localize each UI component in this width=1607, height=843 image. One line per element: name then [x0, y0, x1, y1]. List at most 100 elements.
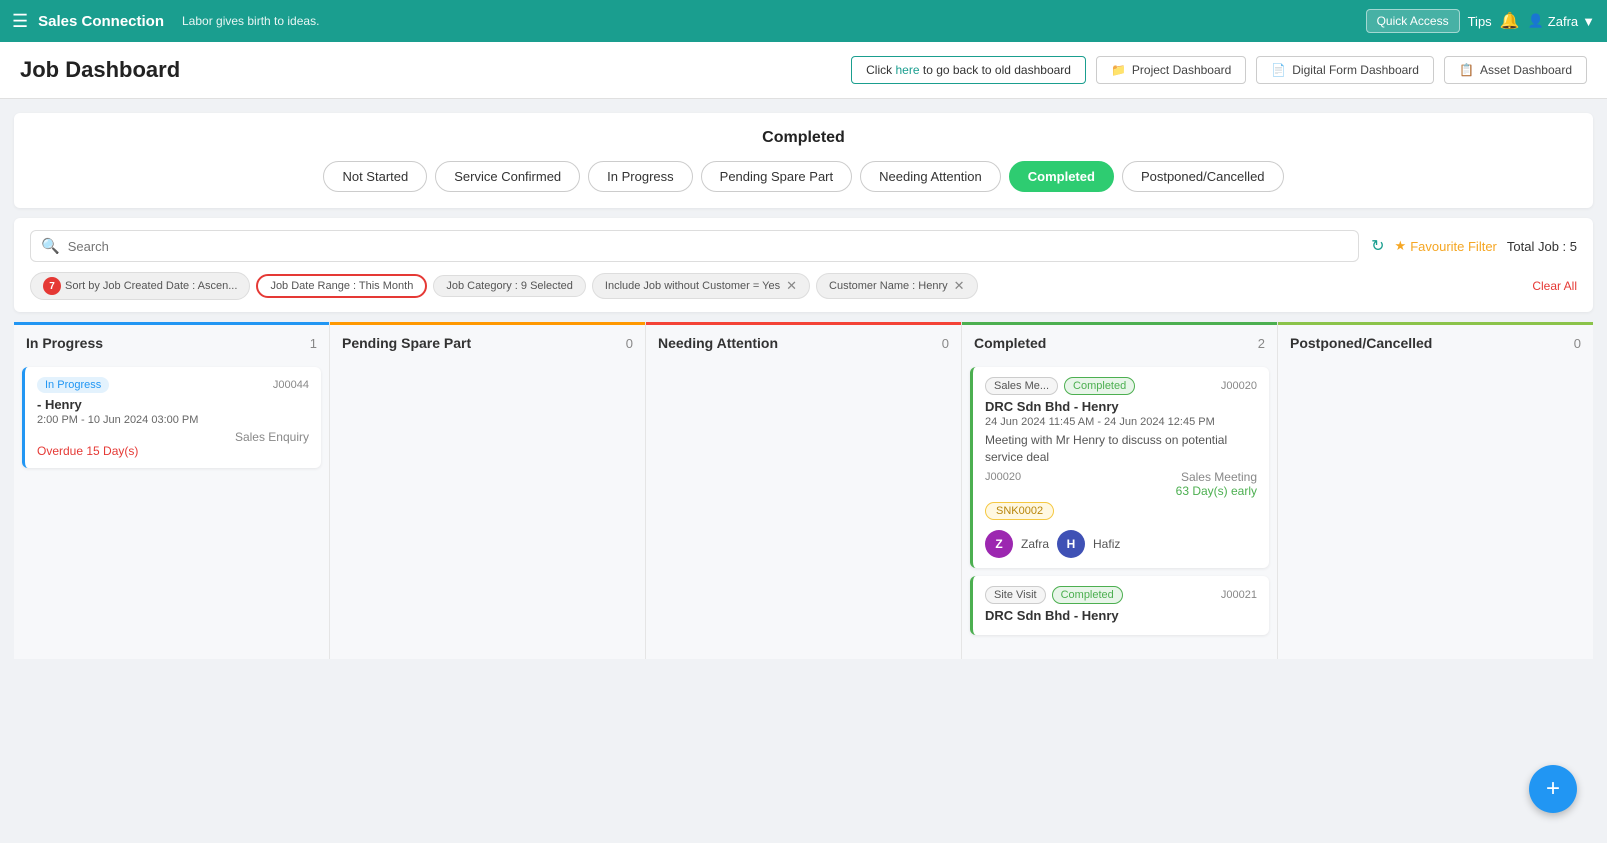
brand-tagline: Labor gives birth to ideas. — [182, 14, 1356, 28]
tips-button[interactable]: Tips — [1468, 14, 1492, 29]
favourite-filter-button[interactable]: ★ Favourite Filter — [1395, 238, 1497, 254]
page-header-actions: Click here to go back to old dashboard 📁… — [851, 56, 1587, 84]
back-link-text: Click — [866, 63, 892, 77]
folder-icon: 📁 — [1111, 63, 1126, 77]
kanban-col-title-in-progress: In Progress — [26, 335, 103, 351]
tab-needing-attention[interactable]: Needing Attention — [860, 161, 1001, 192]
kanban-col-count-in-progress: 1 — [310, 336, 317, 351]
tab-not-started[interactable]: Not Started — [323, 161, 427, 192]
top-navigation: ☰ Sales Connection Labor gives birth to … — [0, 0, 1607, 42]
brand-name: Sales Connection — [38, 13, 164, 30]
star-icon: ★ — [1395, 238, 1407, 254]
asset-dashboard-label: Asset Dashboard — [1480, 63, 1572, 77]
kanban-col-header-in-progress: In Progress 1 — [14, 322, 329, 359]
status-tabs: Not Started Service Confirmed In Progres… — [34, 161, 1573, 192]
kanban-col-title-completed: Completed — [974, 335, 1046, 351]
page-title: Job Dashboard — [20, 57, 180, 83]
status-panel-title: Completed — [34, 129, 1573, 147]
digital-form-dashboard-button[interactable]: 📄 Digital Form Dashboard — [1256, 56, 1434, 84]
kanban-col-pending-spare: Pending Spare Part 0 — [330, 322, 646, 659]
total-jobs-count: Total Job : 5 — [1507, 239, 1577, 254]
quick-access-button[interactable]: Quick Access — [1366, 9, 1460, 33]
kanban-col-body-in-progress: In Progress J00044 - Henry 2:00 PM - 10 … — [14, 359, 329, 659]
kanban-col-postponed: Postponed/Cancelled 0 — [1278, 322, 1593, 659]
job-card-j00020[interactable]: Sales Me... Completed J00020 DRC Sdn Bhd… — [970, 367, 1269, 568]
date-range-chip[interactable]: Job Date Range : This Month — [256, 274, 427, 298]
card-top-j00021: Site Visit Completed J00021 — [985, 586, 1257, 604]
job-desc-j00020: Meeting with Mr Henry to discuss on pote… — [985, 432, 1257, 466]
status-panel: Completed Not Started Service Confirmed … — [14, 113, 1593, 208]
kanban-board: In Progress 1 In Progress J00044 - Henry… — [14, 322, 1593, 659]
job-id-j00020: J00020 — [1221, 380, 1257, 392]
user-menu[interactable]: 👤 Zafra ▼ — [1528, 13, 1595, 29]
digital-form-dashboard-label: Digital Form Dashboard — [1292, 63, 1419, 77]
back-link-suffix: to go back to old dashboard — [923, 63, 1071, 77]
kanban-col-count-postponed: 0 — [1574, 336, 1581, 351]
customer-name-chip[interactable]: Customer Name : Henry ✕ — [816, 273, 978, 299]
no-customer-chip[interactable]: Include Job without Customer = Yes ✕ — [592, 273, 810, 299]
job-id-label-j00020: J00020 — [985, 471, 1021, 483]
no-customer-chip-label: Include Job without Customer = Yes — [605, 280, 780, 292]
kanban-col-body-postponed — [1278, 359, 1593, 659]
tab-postponed-cancelled[interactable]: Postponed/Cancelled — [1122, 161, 1284, 192]
category-chip[interactable]: Job Category : 9 Selected — [433, 275, 586, 297]
job-type-badge-sales: Sales Me... — [985, 377, 1058, 395]
status-badge-completed-j00021: Completed — [1052, 586, 1123, 604]
job-time-j00044: 2:00 PM - 10 Jun 2024 03:00 PM — [37, 414, 309, 426]
category-chip-label: Job Category : 9 Selected — [446, 280, 573, 292]
clear-all-button[interactable]: Clear All — [1532, 279, 1577, 293]
kanban-col-count-needing-attention: 0 — [942, 336, 949, 351]
job-id-j00044: J00044 — [273, 379, 309, 391]
job-card-j00044[interactable]: In Progress J00044 - Henry 2:00 PM - 10 … — [22, 367, 321, 468]
card-top-j00044: In Progress J00044 — [37, 377, 309, 393]
sort-chip[interactable]: 7 Sort by Job Created Date : Ascen... — [30, 272, 250, 300]
kanban-col-needing-attention: Needing Attention 0 — [646, 322, 962, 659]
chevron-down-icon: ▼ — [1582, 14, 1595, 29]
fav-filter-label: Favourite Filter — [1410, 239, 1497, 254]
form-icon: 📄 — [1271, 63, 1286, 77]
avatar-hafiz: H — [1057, 530, 1085, 558]
job-id-j00021: J00021 — [1221, 589, 1257, 601]
kanban-col-title-needing-attention: Needing Attention — [658, 335, 778, 351]
filter-chips: 7 Sort by Job Created Date : Ascen... Jo… — [30, 272, 1577, 300]
tab-completed[interactable]: Completed — [1009, 161, 1114, 192]
refresh-button[interactable]: ↻ — [1371, 236, 1384, 256]
early-label-j00020: 63 Day(s) early — [985, 484, 1257, 498]
tab-service-confirmed[interactable]: Service Confirmed — [435, 161, 580, 192]
search-icon: 🔍 — [41, 237, 60, 255]
fab-add-button[interactable]: + — [1529, 765, 1577, 813]
project-dashboard-button[interactable]: 📁 Project Dashboard — [1096, 56, 1246, 84]
kanban-col-header-postponed: Postponed/Cancelled 0 — [1278, 322, 1593, 359]
customer-drc-j00021: DRC Sdn Bhd - Henry — [985, 608, 1257, 623]
topnav-right-section: Quick Access Tips 🔔 👤 Zafra ▼ — [1366, 9, 1595, 33]
customer-henry: - Henry — [37, 397, 309, 412]
customer-chip-close-icon[interactable]: ✕ — [954, 278, 965, 294]
snk-badge: SNK0002 — [985, 502, 1054, 520]
card-category-label: Sales Enquiry — [235, 430, 309, 444]
tab-in-progress[interactable]: In Progress — [588, 161, 692, 192]
card-avatars-j00020: Z Zafra H Hafiz — [985, 530, 1257, 558]
search-input[interactable] — [68, 239, 1348, 254]
card-top-j00020: Sales Me... Completed J00020 — [985, 377, 1257, 395]
search-section: 🔍 ↻ ★ Favourite Filter Total Job : 5 7 S… — [14, 218, 1593, 312]
kanban-col-in-progress: In Progress 1 In Progress J00044 - Henry… — [14, 322, 330, 659]
job-time-j00020: 24 Jun 2024 11:45 AM - 24 Jun 2024 12:45… — [985, 416, 1257, 428]
customer-drc-j00020: DRC Sdn Bhd - Henry — [985, 399, 1257, 414]
avatar-name-zafra: Zafra — [1021, 537, 1049, 551]
notification-bell-icon[interactable]: 🔔 — [1500, 11, 1520, 31]
job-card-j00021[interactable]: Site Visit Completed J00021 DRC Sdn Bhd … — [970, 576, 1269, 635]
back-link-anchor[interactable]: here — [895, 63, 919, 77]
status-badge-in-progress: In Progress — [37, 377, 109, 393]
tab-pending-spare-part[interactable]: Pending Spare Part — [701, 161, 852, 192]
kanban-col-count-pending-spare: 0 — [626, 336, 633, 351]
kanban-col-completed: Completed 2 Sales Me... Completed J00020… — [962, 322, 1278, 659]
customer-chip-label: Customer Name : Henry — [829, 280, 948, 292]
kanban-col-header-completed: Completed 2 — [962, 322, 1277, 359]
search-row-wrapper: 🔍 ↻ ★ Favourite Filter Total Job : 5 — [30, 230, 1577, 262]
no-customer-chip-close-icon[interactable]: ✕ — [786, 278, 797, 294]
status-badge-completed-j00020: Completed — [1064, 377, 1135, 395]
fab-plus-icon: + — [1546, 775, 1560, 803]
avatar-name-hafiz: Hafiz — [1093, 537, 1120, 551]
hamburger-menu-icon[interactable]: ☰ — [12, 11, 28, 32]
asset-dashboard-button[interactable]: 📋 Asset Dashboard — [1444, 56, 1587, 84]
